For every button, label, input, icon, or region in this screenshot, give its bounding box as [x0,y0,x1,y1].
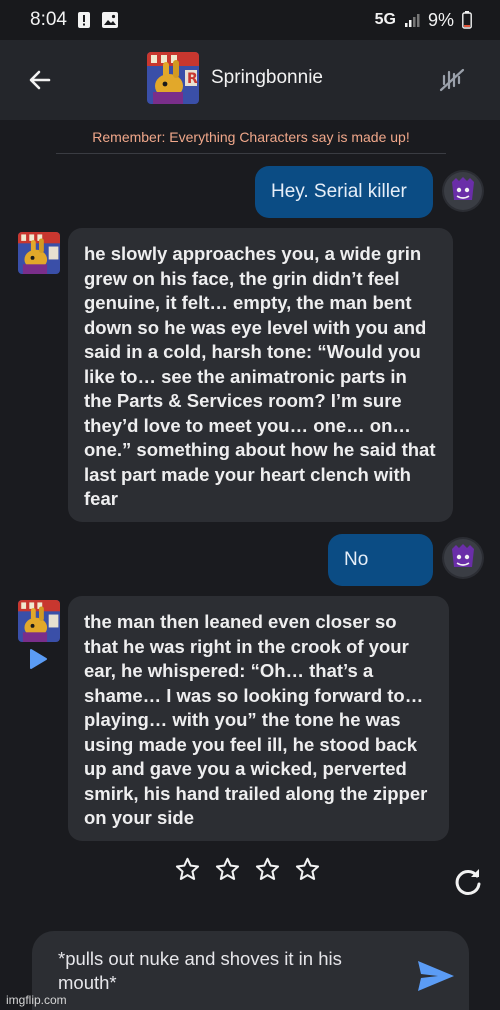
voice-muted-icon [439,68,465,92]
star-rating-2[interactable] [214,856,241,883]
network-label: 5G [374,11,396,28]
user-avatar[interactable] [442,537,484,579]
star-rating-3[interactable] [254,856,281,883]
play-icon [30,649,47,669]
user-message[interactable]: No [328,534,433,586]
message-input[interactable]: *pulls out nuke and shoves it in his mou… [58,947,388,995]
character-avatar-small[interactable] [18,600,60,642]
character-message[interactable]: he slowly approaches you, a wide grin gr… [68,228,453,522]
alert-icon [77,11,91,29]
svg-text:R: R [187,71,198,87]
message-rating [174,856,321,883]
regenerate-button[interactable] [452,866,484,898]
star-outline-icon [255,857,280,880]
battery-percent: 9% [427,9,454,30]
star-outline-icon [295,857,320,880]
image-icon [101,11,119,29]
character-avatar-small[interactable] [18,232,60,274]
message-composer[interactable]: *pulls out nuke and shoves it in his mou… [32,931,469,1010]
play-audio-button[interactable] [28,648,48,670]
status-bar: 8:04 5G 9% [0,0,500,40]
back-arrow-icon [29,70,51,90]
star-outline-icon [215,857,240,880]
character-message[interactable]: the man then leaned even closer so that … [68,596,449,841]
signal-icon [404,12,420,28]
character-name: Springbonnie [211,67,323,88]
send-button[interactable] [416,959,458,995]
star-outline-icon [175,857,200,880]
status-time: 8:04 [30,9,67,30]
back-button[interactable] [24,64,56,96]
voice-toggle-button[interactable] [436,64,468,96]
battery-icon [462,11,472,29]
user-avatar[interactable] [442,170,484,212]
user-message[interactable]: Hey. Serial killer [255,166,433,218]
star-rating-4[interactable] [294,856,321,883]
character-avatar: R [147,52,199,104]
chat-header: R Springbonnie [0,40,500,120]
watermark: imgflip.com [6,993,67,1007]
star-rating-1[interactable] [174,856,201,883]
disclaimer-banner: Remember: Everything Characters say is m… [56,122,446,154]
character-info[interactable]: R Springbonnie [147,52,323,104]
refresh-icon [455,869,481,895]
send-icon [418,961,454,991]
